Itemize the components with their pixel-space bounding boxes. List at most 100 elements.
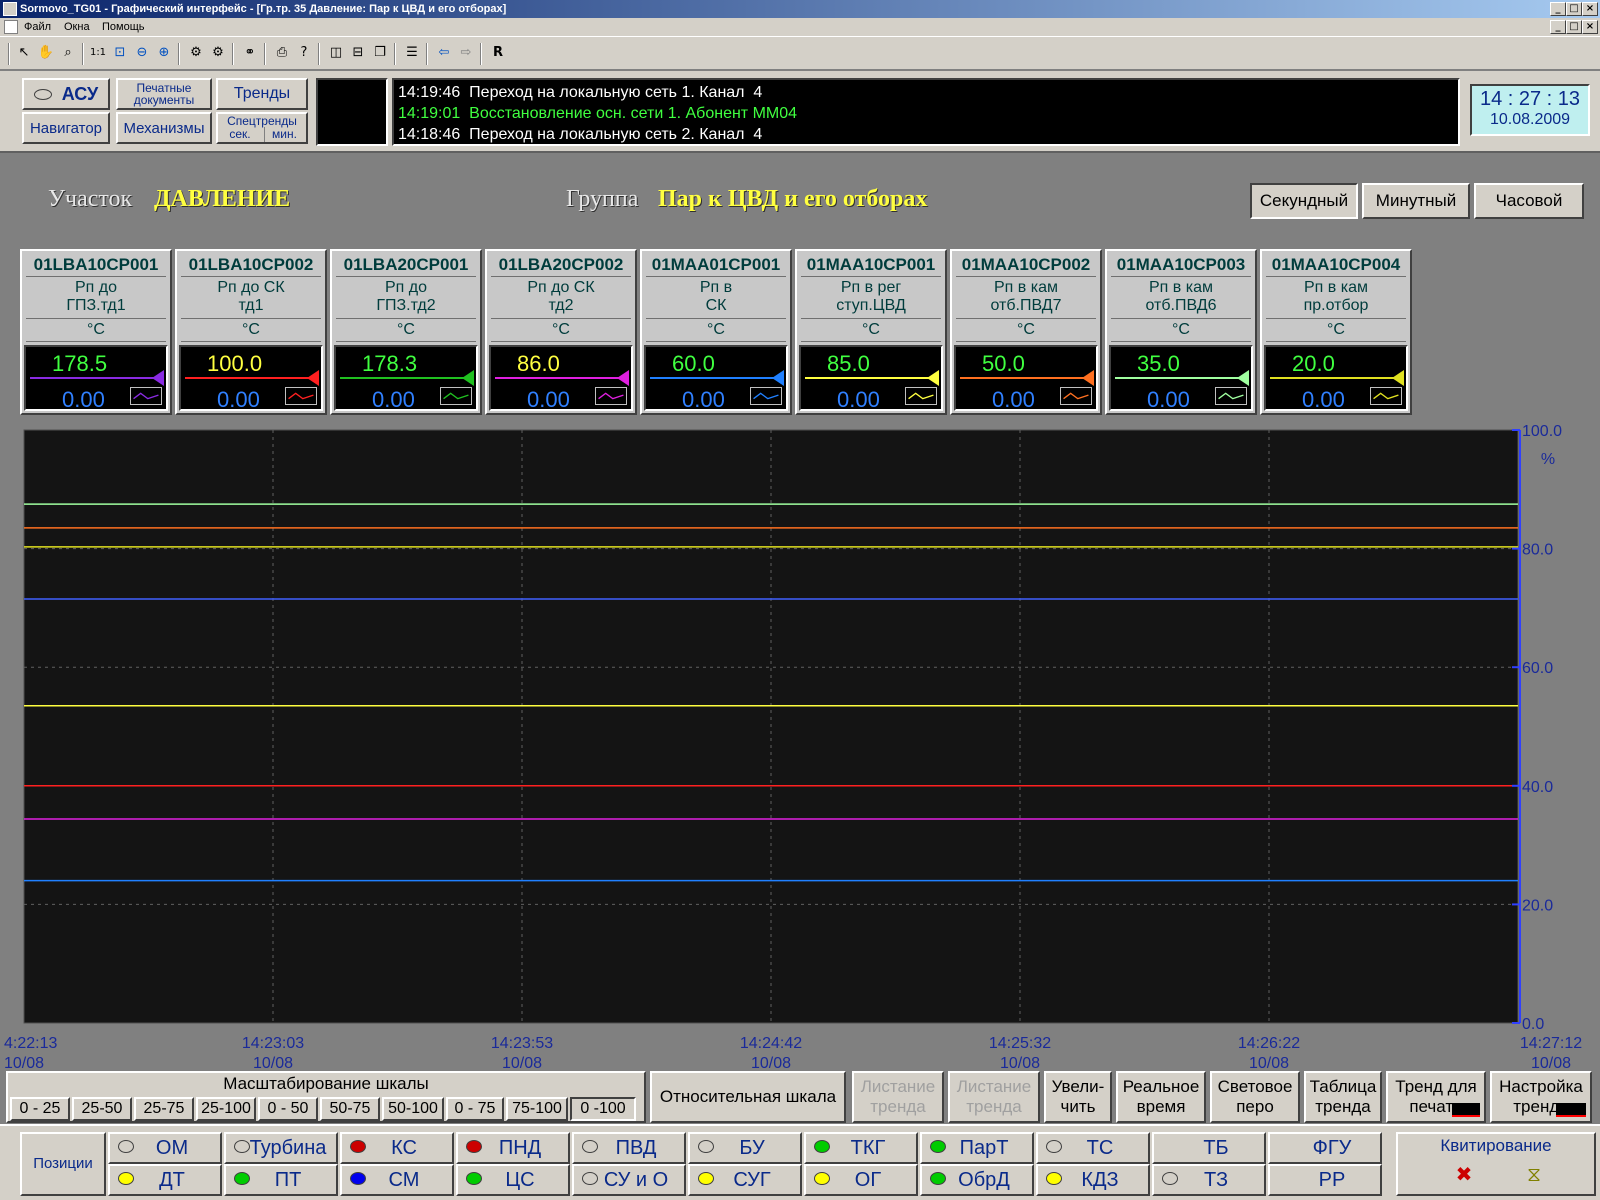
position-button[interactable]: ПТ [224, 1164, 338, 1196]
tag-card[interactable]: 01LBA20CP002 Рп до СК тд2 °C 86.0 0.00 [485, 249, 637, 415]
position-button[interactable]: Турбина [224, 1132, 338, 1164]
help-icon[interactable]: ? [294, 43, 314, 63]
tool-b-icon[interactable]: ⚙ [208, 43, 228, 63]
scale-option-button[interactable]: 25-100 [196, 1097, 256, 1121]
maximize-button[interactable]: □ [1566, 2, 1582, 16]
tag-description: Рп до ГПЗ.тд1 [22, 279, 170, 315]
relative-scale-button[interactable]: Относительная шкала [650, 1071, 846, 1123]
tag-card[interactable]: 01MAA10CP003 Рп в кам отб.ПВД6 °C 35.0 0.00 [1105, 249, 1257, 415]
zoom-out-icon[interactable]: ⊖ [132, 43, 152, 63]
position-button[interactable]: ТЗ [1152, 1164, 1266, 1196]
trend-table-button[interactable]: Таблица тренда [1304, 1071, 1382, 1123]
kvit-alarm-icon[interactable]: ⧖ [1520, 1162, 1548, 1186]
position-button[interactable]: СУГ [688, 1164, 802, 1196]
period-seconds-button[interactable]: Секундный [1250, 183, 1358, 219]
zoom-in-icon[interactable]: ⊕ [154, 43, 174, 63]
print-docs-button[interactable]: Печатные документы [116, 78, 212, 110]
position-button[interactable]: КДЗ [1036, 1164, 1150, 1196]
scale-option-button[interactable]: 50-100 [382, 1097, 444, 1121]
scale-option-button[interactable]: 0 - 50 [258, 1097, 318, 1121]
scale-option-button[interactable]: 0 - 75 [446, 1097, 504, 1121]
position-button[interactable]: БУ [688, 1132, 802, 1164]
position-button[interactable]: КС [340, 1132, 454, 1164]
scale-option-button[interactable]: 25-50 [72, 1097, 132, 1121]
position-button[interactable]: ТС [1036, 1132, 1150, 1164]
mdi-close-button[interactable]: × [1582, 20, 1598, 34]
position-button[interactable]: СУ и О [572, 1164, 686, 1196]
menu-windows[interactable]: Окна [64, 18, 90, 36]
position-button[interactable]: ТБ [1152, 1132, 1266, 1164]
scale-option-button[interactable]: 0 -100 [570, 1097, 636, 1121]
close-button[interactable]: × [1582, 2, 1598, 16]
position-button[interactable]: ФГУ [1268, 1132, 1382, 1164]
tag-pen-marker-icon [1392, 370, 1404, 386]
trend-setup-button[interactable]: Настройка тренда [1490, 1071, 1592, 1123]
back-arrow-icon[interactable]: ⇦ [434, 43, 454, 63]
tag-card[interactable]: 01MAA10CP004 Рп в кам пр.отбор °C 20.0 0.00 [1260, 249, 1412, 415]
asu-button[interactable]: АСУ [22, 78, 110, 110]
scale-option-button[interactable]: 0 - 25 [10, 1097, 70, 1121]
binoculars-icon[interactable]: ⚭ [240, 43, 260, 63]
light-pen-button[interactable]: Световое перо [1210, 1071, 1300, 1123]
window-list-icon[interactable]: ☰ [402, 43, 422, 63]
position-button[interactable]: ТКГ [804, 1132, 918, 1164]
print-icon[interactable]: ⎙ [272, 43, 292, 63]
tag-card[interactable]: 01MAA10CP001 Рп в рег ступ.ЦВД °C 85.0 0.00 [795, 249, 947, 415]
mdi-icon[interactable] [4, 20, 18, 34]
page-back-button[interactable]: Листание тренда [852, 1071, 944, 1123]
position-button[interactable]: ОГ [804, 1164, 918, 1196]
trends-button[interactable]: Тренды [216, 78, 308, 110]
tag-card[interactable]: 01LBA10CP002 Рп до СК тд1 °C 100.0 0.00 [175, 249, 327, 415]
tool-a-icon[interactable]: ⚙ [186, 43, 206, 63]
period-hours-button[interactable]: Часовой [1474, 183, 1584, 219]
r-button[interactable]: R [488, 43, 508, 63]
pointer-icon[interactable]: ↖ [14, 43, 34, 63]
position-button[interactable]: ПНД [456, 1132, 570, 1164]
position-button[interactable]: ОМ [108, 1132, 222, 1164]
position-button[interactable]: ЦС [456, 1164, 570, 1196]
page-forward-button[interactable]: Листание тренда [948, 1071, 1040, 1123]
mechanisms-button[interactable]: Механизмы [116, 112, 212, 144]
forward-arrow-icon[interactable]: ⇨ [456, 43, 476, 63]
tag-card[interactable]: 01MAA10CP002 Рп в кам отб.ПВД7 °C 50.0 0.00 [950, 249, 1102, 415]
tag-card[interactable]: 01LBA20CP001 Рп до ГПЗ.тд2 °C 178.3 0.00 [330, 249, 482, 415]
cascade-icon[interactable]: ❐ [370, 43, 390, 63]
mdi-restore-button[interactable]: □ [1566, 20, 1582, 34]
zoom-fit-icon[interactable]: ⊡ [110, 43, 130, 63]
position-button[interactable]: РР [1268, 1164, 1382, 1196]
zoom-1to1-icon[interactable]: 1:1 [88, 43, 108, 63]
scale-option-button[interactable]: 75-100 [506, 1097, 568, 1121]
spectrends-sec-button[interactable]: сек. [220, 127, 260, 142]
toolbar-separator [318, 43, 320, 65]
kvit-sound-off-icon[interactable]: ✖ [1450, 1162, 1478, 1186]
scale-option-button[interactable]: 50-75 [320, 1097, 380, 1121]
position-button[interactable]: СМ [340, 1164, 454, 1196]
tile-vertical-icon[interactable]: ◫ [326, 43, 346, 63]
tag-card[interactable]: 01LBA10CP001 Рп до ГПЗ.тд1 °C 178.5 0.00 [20, 249, 172, 415]
menu-help[interactable]: Помощь [102, 18, 145, 36]
position-button[interactable]: ПВД [572, 1132, 686, 1164]
position-button[interactable]: ДТ [108, 1164, 222, 1196]
menu-file[interactable]: Файл [24, 18, 51, 36]
period-minutes-button[interactable]: Минутный [1362, 183, 1470, 219]
realtime-button[interactable]: Реальное время [1116, 1071, 1206, 1123]
position-button[interactable]: ПарТ [920, 1132, 1034, 1164]
tile-horizontal-icon[interactable]: ⊟ [348, 43, 368, 63]
minimize-button[interactable]: _ [1550, 2, 1566, 16]
tag-card[interactable]: 01MAA01CP001 Рп в СК °C 60.0 0.00 [640, 249, 792, 415]
position-button[interactable]: ОбрД [920, 1164, 1034, 1196]
scale-option-button[interactable]: 25-75 [134, 1097, 194, 1121]
print-trend-button[interactable]: Тренд для печати [1386, 1071, 1486, 1123]
trend-chart[interactable]: 100.0 80.0 60.0 40.0 20.0 0.0 4:22:13 10/08 14:… [0, 425, 1600, 1073]
tag-trend-mini-icon [1060, 387, 1092, 405]
divider [801, 318, 941, 319]
spectrends-min-button[interactable]: мин. [264, 127, 304, 142]
message-log[interactable]: 14:19:46 Переход на локальную сеть 1. Ка… [392, 78, 1460, 146]
mdi-minimize-button[interactable]: _ [1550, 20, 1566, 34]
zoom-button[interactable]: Увели- чить [1044, 1071, 1112, 1123]
position-label: РР [1318, 1169, 1346, 1191]
hand-icon[interactable]: ✋ [36, 43, 56, 63]
navigator-button[interactable]: Навигатор [22, 112, 110, 144]
message-time: 14:19:46 [398, 84, 461, 101]
magnifier-icon[interactable]: ⌕ [58, 43, 78, 63]
